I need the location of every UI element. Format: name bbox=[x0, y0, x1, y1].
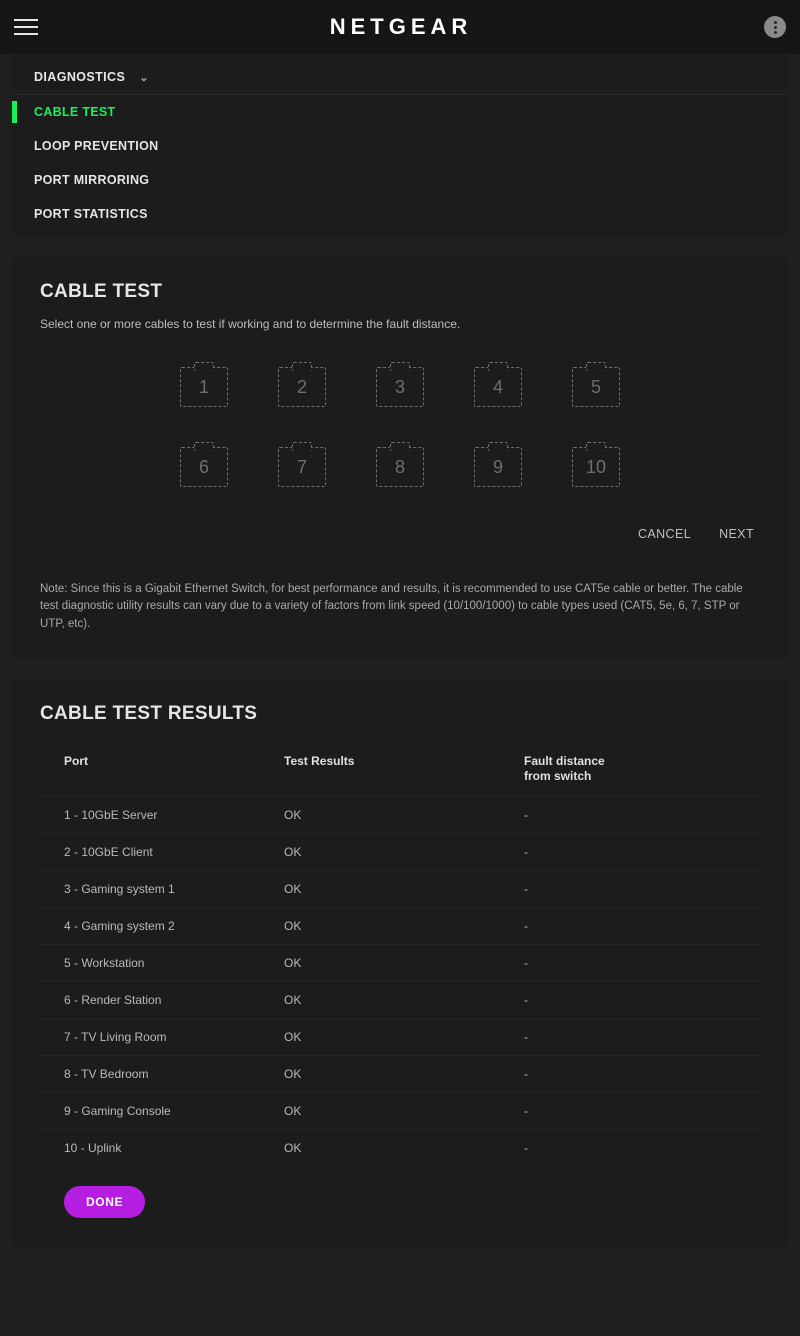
cell-result: OK bbox=[284, 919, 524, 933]
table-row: 4 - Gaming system 2OK- bbox=[40, 907, 760, 944]
nav-section-label: DIAGNOSTICS bbox=[34, 70, 125, 84]
cell-fault: - bbox=[524, 808, 736, 822]
cell-port: 10 - Uplink bbox=[64, 1141, 284, 1155]
cell-fault: - bbox=[524, 956, 736, 970]
table-row: 9 - Gaming ConsoleOK- bbox=[40, 1092, 760, 1129]
cell-result: OK bbox=[284, 1030, 524, 1044]
cell-fault: - bbox=[524, 845, 736, 859]
cell-fault: - bbox=[524, 993, 736, 1007]
cell-fault: - bbox=[524, 919, 736, 933]
cell-result: OK bbox=[284, 1067, 524, 1081]
table-row: 1 - 10GbE ServerOK- bbox=[40, 796, 760, 833]
cell-result: OK bbox=[284, 1104, 524, 1118]
chevron-down-icon: ⌄ bbox=[139, 71, 149, 84]
port-3[interactable]: 3 bbox=[376, 367, 424, 407]
results-header-row: Port Test Results Fault distancefrom swi… bbox=[40, 743, 760, 796]
cell-fault: - bbox=[524, 882, 736, 896]
port-5[interactable]: 5 bbox=[572, 367, 620, 407]
cell-result: OK bbox=[284, 956, 524, 970]
cell-port: 1 - 10GbE Server bbox=[64, 808, 284, 822]
cell-fault: - bbox=[524, 1141, 736, 1155]
port-9[interactable]: 9 bbox=[474, 447, 522, 487]
cell-port: 8 - TV Bedroom bbox=[64, 1067, 284, 1081]
table-row: 2 - 10GbE ClientOK- bbox=[40, 833, 760, 870]
cell-result: OK bbox=[284, 845, 524, 859]
cell-result: OK bbox=[284, 993, 524, 1007]
table-row: 5 - WorkstationOK- bbox=[40, 944, 760, 981]
nav-item-cable-test[interactable]: CABLE TEST bbox=[12, 95, 788, 129]
nav-item-port-mirroring[interactable]: PORT MIRRORING bbox=[12, 163, 788, 197]
table-row: 8 - TV BedroomOK- bbox=[40, 1055, 760, 1092]
table-row: 6 - Render StationOK- bbox=[40, 981, 760, 1018]
menu-icon[interactable] bbox=[14, 14, 38, 40]
cell-fault: - bbox=[524, 1067, 736, 1081]
cancel-button[interactable]: CANCEL bbox=[638, 527, 691, 541]
nav-item-loop-prevention[interactable]: LOOP PREVENTION bbox=[12, 129, 788, 163]
diagnostics-nav: DIAGNOSTICS ⌄ CABLE TESTLOOP PREVENTIONP… bbox=[12, 54, 788, 237]
cell-port: 4 - Gaming system 2 bbox=[64, 919, 284, 933]
port-8[interactable]: 8 bbox=[376, 447, 424, 487]
next-button[interactable]: NEXT bbox=[719, 527, 754, 541]
table-row: 3 - Gaming system 1OK- bbox=[40, 870, 760, 907]
cell-port: 3 - Gaming system 1 bbox=[64, 882, 284, 896]
port-7[interactable]: 7 bbox=[278, 447, 326, 487]
port-4[interactable]: 4 bbox=[474, 367, 522, 407]
top-bar: NETGEAR bbox=[0, 0, 800, 54]
cable-test-help: Select one or more cables to test if wor… bbox=[40, 317, 760, 331]
col-result: Test Results bbox=[284, 754, 524, 785]
cable-test-note: Note: Since this is a Gigabit Ethernet S… bbox=[40, 581, 760, 633]
port-1[interactable]: 1 bbox=[180, 367, 228, 407]
nav-section-diagnostics[interactable]: DIAGNOSTICS ⌄ bbox=[12, 60, 788, 95]
cable-test-actions: CANCEL NEXT bbox=[40, 527, 760, 541]
cell-fault: - bbox=[524, 1104, 736, 1118]
table-row: 7 - TV Living RoomOK- bbox=[40, 1018, 760, 1055]
nav-item-port-statistics[interactable]: PORT STATISTICS bbox=[12, 197, 788, 231]
results-title: CABLE TEST RESULTS bbox=[40, 703, 760, 725]
cell-port: 7 - TV Living Room bbox=[64, 1030, 284, 1044]
col-fault: Fault distancefrom switch bbox=[524, 754, 736, 785]
cell-result: OK bbox=[284, 1141, 524, 1155]
cell-port: 2 - 10GbE Client bbox=[64, 845, 284, 859]
port-grid: 1 2 3 4 5 6 7 8 9 10 bbox=[40, 367, 760, 487]
cell-port: 5 - Workstation bbox=[64, 956, 284, 970]
port-2[interactable]: 2 bbox=[278, 367, 326, 407]
table-row: 10 - UplinkOK- bbox=[40, 1129, 760, 1166]
port-6[interactable]: 6 bbox=[180, 447, 228, 487]
cell-result: OK bbox=[284, 882, 524, 896]
cell-port: 9 - Gaming Console bbox=[64, 1104, 284, 1118]
results-card: CABLE TEST RESULTS Port Test Results Fau… bbox=[12, 679, 788, 1248]
cell-port: 6 - Render Station bbox=[64, 993, 284, 1007]
port-10[interactable]: 10 bbox=[572, 447, 620, 487]
cell-fault: - bbox=[524, 1030, 736, 1044]
cell-result: OK bbox=[284, 808, 524, 822]
more-options-icon[interactable] bbox=[764, 16, 786, 38]
done-button[interactable]: DONE bbox=[64, 1186, 145, 1218]
col-port: Port bbox=[64, 754, 284, 785]
brand-logo: NETGEAR bbox=[330, 14, 473, 40]
cable-test-card: CABLE TEST Select one or more cables to … bbox=[12, 257, 788, 659]
cable-test-title: CABLE TEST bbox=[40, 281, 760, 303]
